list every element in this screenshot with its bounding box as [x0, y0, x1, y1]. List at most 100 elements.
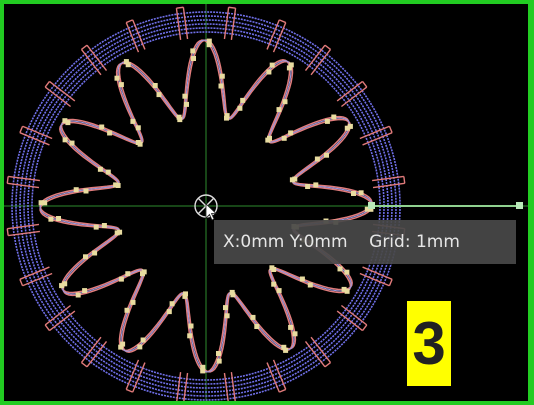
- via-pad: [115, 183, 121, 188]
- coil-spoke-cap: [19, 279, 24, 287]
- via-pad: [117, 229, 123, 235]
- via-pad: [358, 190, 364, 196]
- y-label: Y:: [289, 232, 304, 252]
- coil-spoke-cap: [324, 44, 331, 51]
- via-pad: [166, 309, 172, 315]
- via-pad: [282, 99, 288, 105]
- via-pad: [65, 120, 71, 126]
- via-pad: [183, 291, 188, 297]
- via-pad: [114, 75, 120, 81]
- via-pad: [281, 135, 287, 141]
- via-pad: [42, 200, 48, 206]
- coil-spoke: [7, 223, 40, 230]
- via-pad: [62, 281, 68, 287]
- via-pad: [93, 224, 99, 230]
- via-pad: [331, 114, 337, 120]
- coil-spoke: [223, 7, 230, 40]
- via-pad: [120, 341, 126, 347]
- via-pad: [351, 191, 356, 196]
- via-pad: [182, 93, 188, 99]
- via-pad: [314, 156, 320, 162]
- via-pad: [216, 351, 221, 356]
- coil-spoke: [176, 372, 182, 401]
- coordinate-grid-readout: X:0mm Y:0mm Grid: 1mm: [214, 220, 516, 264]
- via-pad: [288, 324, 294, 330]
- via-pad: [48, 216, 54, 222]
- via-pad: [269, 265, 275, 271]
- via-pad: [276, 107, 282, 113]
- via-pad: [324, 118, 330, 124]
- via-pad: [62, 137, 68, 143]
- coil-spoke: [340, 86, 368, 108]
- grid-value: 1mm: [415, 232, 460, 252]
- via-pad: [289, 177, 295, 183]
- via-pad: [124, 307, 130, 313]
- coil-spoke-cap: [81, 44, 88, 51]
- coil-spoke: [230, 8, 237, 40]
- via-pad: [187, 333, 193, 339]
- via-pad: [313, 182, 319, 188]
- coil-spoke-cap: [6, 176, 9, 184]
- via-pad: [125, 271, 131, 277]
- via-pad: [188, 323, 194, 329]
- via-pad: [341, 286, 347, 292]
- via-pad: [56, 216, 61, 221]
- coil-spoke-cap: [361, 81, 368, 88]
- coil-spoke-cap: [279, 19, 287, 24]
- via-pad: [125, 62, 131, 68]
- via-pad: [82, 288, 88, 294]
- via-pad: [299, 276, 305, 282]
- via-pad: [254, 324, 260, 329]
- via-pad: [292, 331, 298, 337]
- coil-spoke-cap: [81, 361, 88, 368]
- via-pad: [177, 117, 183, 123]
- grid-label: Grid:: [369, 232, 411, 252]
- coil-spoke-cap: [6, 228, 9, 236]
- via-pad: [223, 305, 228, 311]
- via-pad: [265, 137, 271, 143]
- x-label: X:: [223, 232, 241, 252]
- coil-spoke-cap: [388, 279, 393, 287]
- via-pad: [281, 344, 287, 350]
- via-pad: [97, 166, 103, 172]
- via-pad: [219, 73, 225, 79]
- via-pad: [218, 83, 224, 89]
- step-number-badge: 3: [407, 301, 451, 386]
- via-pad: [130, 118, 136, 124]
- via-pad: [324, 152, 329, 158]
- coil-spoke: [310, 336, 332, 363]
- coil-spoke-cap: [176, 6, 184, 9]
- via-pad: [307, 282, 313, 288]
- track-end-pad-right[interactable]: [516, 202, 523, 209]
- via-pad: [224, 313, 230, 319]
- pcb-canvas[interactable]: X:0mm Y:0mm Grid: 1mm 3: [0, 0, 534, 405]
- via-pad: [107, 130, 113, 136]
- coil-spoke: [8, 175, 40, 182]
- via-pad: [152, 83, 158, 88]
- coil-spoke: [182, 7, 189, 40]
- via-pad: [105, 169, 111, 175]
- via-pad: [137, 344, 143, 350]
- track-end-pad-left[interactable]: [368, 202, 375, 209]
- via-pad: [101, 223, 107, 228]
- via-pad: [288, 130, 294, 136]
- via-pad: [75, 292, 81, 298]
- via-pad: [250, 314, 256, 320]
- via-pad: [237, 105, 243, 111]
- via-pad: [130, 299, 136, 305]
- via-pad: [169, 301, 175, 307]
- via-pad: [83, 254, 88, 260]
- via-pad: [135, 125, 141, 131]
- coil-board-drawing: [4, 4, 528, 401]
- via-pad: [92, 250, 98, 256]
- coil-spoke-cap: [44, 81, 51, 88]
- via-pad: [344, 269, 350, 275]
- coil-spoke: [7, 182, 40, 189]
- coil-spoke-cap: [361, 324, 368, 331]
- via-pad: [137, 141, 143, 147]
- via-pad: [73, 187, 79, 193]
- via-pad: [216, 358, 222, 364]
- coil-spoke-cap: [388, 125, 393, 133]
- via-pad: [229, 289, 235, 295]
- coil-spoke: [22, 272, 53, 287]
